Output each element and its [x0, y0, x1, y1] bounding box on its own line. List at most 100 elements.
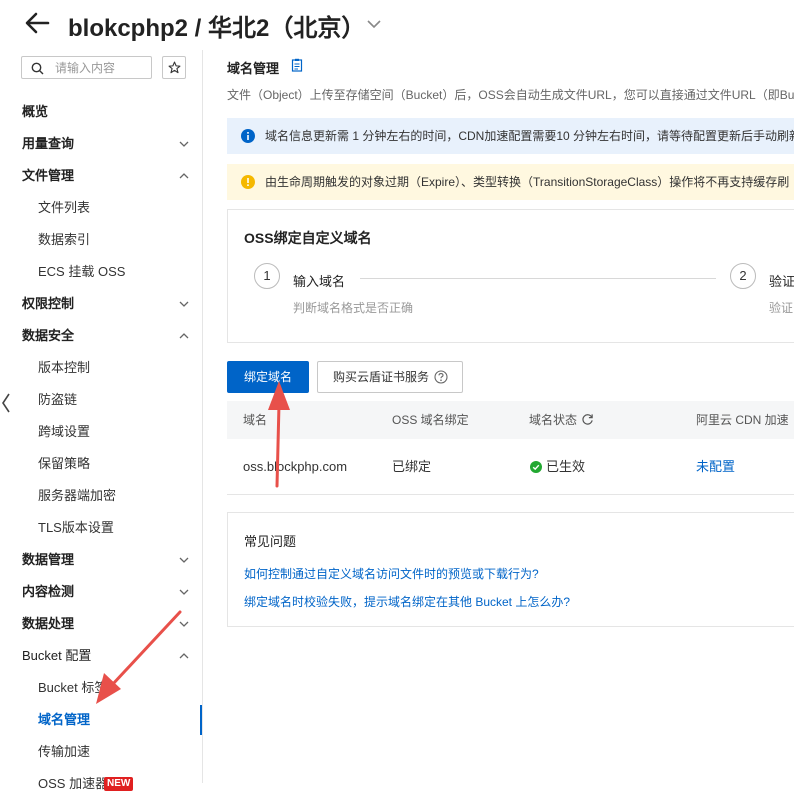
document-icon[interactable]	[291, 58, 303, 72]
sidebar-item-label: 防盗链	[38, 392, 78, 407]
sidebar-item-label: 版本控制	[38, 360, 91, 375]
chevron-down-icon	[179, 301, 189, 307]
info-icon	[241, 129, 255, 143]
help-icon	[434, 370, 448, 384]
chevron-up-icon	[179, 173, 189, 179]
bind-domain-card: OSS绑定自定义域名 1 输入域名 判断域名格式是否正确 2 验证 验证	[227, 209, 794, 343]
cdn-config-link[interactable]: 未配置	[696, 439, 735, 495]
column-header-status: 域名状态	[529, 413, 578, 427]
main-content: 域名管理 文件（Object）上传至存储空间（Bucket）后，OSS会自动生成…	[203, 50, 794, 783]
sidebar-search[interactable]	[21, 56, 152, 79]
page-title: 域名管理	[227, 61, 280, 76]
sidebar-item-bucket-tags[interactable]: Bucket 标签	[0, 673, 202, 703]
sidebar-item-label: 文件列表	[38, 200, 91, 215]
bucket-switch-chevron[interactable]	[364, 14, 384, 34]
sidebar-item-label: 数据索引	[38, 232, 91, 247]
sidebar-item-data-security[interactable]: 数据安全	[0, 321, 202, 351]
bind-status-cell: 已绑定	[392, 459, 432, 474]
sidebar-item-data-management[interactable]: 数据管理	[0, 545, 202, 575]
sidebar-item-label: 权限控制	[22, 296, 75, 311]
favorite-button[interactable]	[162, 56, 186, 79]
chevron-down-icon	[179, 557, 189, 563]
buy-certificate-button[interactable]: 购买云盾证书服务	[317, 361, 463, 393]
star-icon	[168, 61, 181, 74]
chevron-up-icon	[179, 653, 189, 659]
column-header-oss-bind: OSS 域名绑定	[392, 413, 469, 427]
buy-certificate-label: 购买云盾证书服务	[333, 370, 430, 384]
sidebar-collapse-handle[interactable]	[0, 388, 12, 418]
sidebar-item-file-list[interactable]: 文件列表	[0, 193, 202, 223]
sidebar-item-usage[interactable]: 用量查询	[0, 129, 202, 159]
card-title: OSS绑定自定义域名	[244, 230, 372, 246]
sidebar-item-content-detection[interactable]: 内容检测	[0, 577, 202, 607]
info-alert-text: 域名信息更新需 1 分钟左右的时间，CDN加速配置需要10 分钟左右时间，请等待…	[265, 129, 794, 143]
sidebar-item-label: TLS版本设置	[38, 520, 114, 535]
sidebar-item-label: 数据管理	[22, 552, 75, 567]
page-description: 文件（Object）上传至存储空间（Bucket）后，OSS会自动生成文件URL…	[227, 88, 794, 102]
step-title: 验证	[769, 274, 794, 289]
step-description: 验证	[769, 301, 794, 315]
search-input[interactable]	[55, 59, 147, 76]
info-alert: 域名信息更新需 1 分钟左右的时间，CDN加速配置需要10 分钟左右时间，请等待…	[227, 118, 794, 154]
domain-cell: oss.blockphp.com	[243, 459, 348, 474]
sidebar-item-label: 用量查询	[22, 136, 75, 151]
sidebar-item-label: 保留策略	[38, 456, 91, 471]
sidebar-item-label: 服务器端加密	[38, 488, 117, 503]
column-header-cdn: 阿里云 CDN 加速（	[696, 413, 794, 427]
sidebar-item-label: 域名管理	[38, 712, 91, 727]
step-number: 1	[254, 263, 280, 289]
chevron-down-icon	[367, 20, 381, 29]
chevron-up-icon	[179, 333, 189, 339]
search-icon	[31, 62, 44, 75]
sidebar-item-label: Bucket 配置	[22, 648, 92, 663]
sidebar-item-label: Bucket 标签	[38, 680, 108, 695]
column-header-domain: 域名	[243, 413, 268, 427]
warning-icon	[241, 175, 255, 189]
chevron-down-icon	[179, 141, 189, 147]
faq-link[interactable]: 绑定域名时校验失败，提示域名绑定在其他 Bucket 上怎么办?	[244, 593, 570, 610]
faq-link[interactable]: 如何控制通过自定义域名访问文件时的预览或下载行为?	[244, 565, 539, 582]
sidebar-item-label: 数据处理	[22, 616, 75, 631]
step-title: 输入域名	[293, 274, 346, 289]
step-description: 判断域名格式是否正确	[293, 301, 414, 315]
sidebar-item-label: 传输加速	[38, 744, 91, 759]
step-number: 2	[730, 263, 756, 289]
sidebar-item-retention-policy[interactable]: 保留策略	[0, 449, 202, 479]
sidebar-item-bucket-config[interactable]: Bucket 配置	[0, 641, 202, 671]
chevron-down-icon	[179, 621, 189, 627]
sidebar-item-overview[interactable]: 概览	[0, 97, 202, 127]
chevron-down-icon	[179, 589, 189, 595]
new-badge: NEW	[104, 777, 134, 791]
sidebar-item-oss-accelerator[interactable]: OSS 加速器 NEW	[0, 769, 202, 799]
faq-card: 常见问题 如何控制通过自定义域名访问文件时的预览或下载行为? 绑定域名时校验失败…	[227, 512, 794, 627]
sidebar-item-label: ECS 挂载 OSS	[38, 264, 126, 279]
warning-alert: 由生命周期触发的对象过期（Expire）、类型转换（TransitionStor…	[227, 164, 794, 200]
sidebar-item-hotlink-protection[interactable]: 防盗链	[0, 385, 202, 415]
sidebar-item-label: 概览	[22, 104, 49, 119]
refresh-icon[interactable]	[581, 413, 594, 426]
sidebar-item-transfer-acceleration[interactable]: 传输加速	[0, 737, 202, 767]
sidebar-item-access-control[interactable]: 权限控制	[0, 289, 202, 319]
domain-status-cell: 已生效	[546, 459, 586, 474]
back-button[interactable]	[20, 6, 54, 40]
sidebar-item-label: 文件管理	[22, 168, 75, 183]
sidebar-item-data-index[interactable]: 数据索引	[0, 225, 202, 255]
sidebar-item-server-encryption[interactable]: 服务器端加密	[0, 481, 202, 511]
sidebar-item-label: 数据安全	[22, 328, 75, 343]
sidebar-item-ecs-mount[interactable]: ECS 挂载 OSS	[0, 257, 202, 287]
sidebar-item-cors[interactable]: 跨域设置	[0, 417, 202, 447]
sidebar-item-label: 跨域设置	[38, 424, 91, 439]
faq-title: 常见问题	[244, 534, 297, 549]
warning-alert-text: 由生命周期触发的对象过期（Expire）、类型转换（TransitionStor…	[265, 175, 790, 189]
sidebar-item-versioning[interactable]: 版本控制	[0, 353, 202, 383]
chevron-left-icon	[2, 393, 10, 413]
table-row: oss.blockphp.com 已绑定 已生效 未配置	[227, 439, 794, 495]
bucket-title: blokcphp2 / 华北2（北京）	[68, 15, 366, 42]
sidebar-item-label: OSS 加速器	[38, 776, 109, 791]
sidebar-item-data-processing[interactable]: 数据处理	[0, 609, 202, 639]
arrow-left-icon	[25, 12, 50, 34]
sidebar-item-tls-version[interactable]: TLS版本设置	[0, 513, 202, 543]
sidebar-item-file-management[interactable]: 文件管理	[0, 161, 202, 191]
sidebar-item-domain-management[interactable]: 域名管理	[0, 705, 202, 735]
bind-domain-button[interactable]: 绑定域名	[227, 361, 309, 393]
